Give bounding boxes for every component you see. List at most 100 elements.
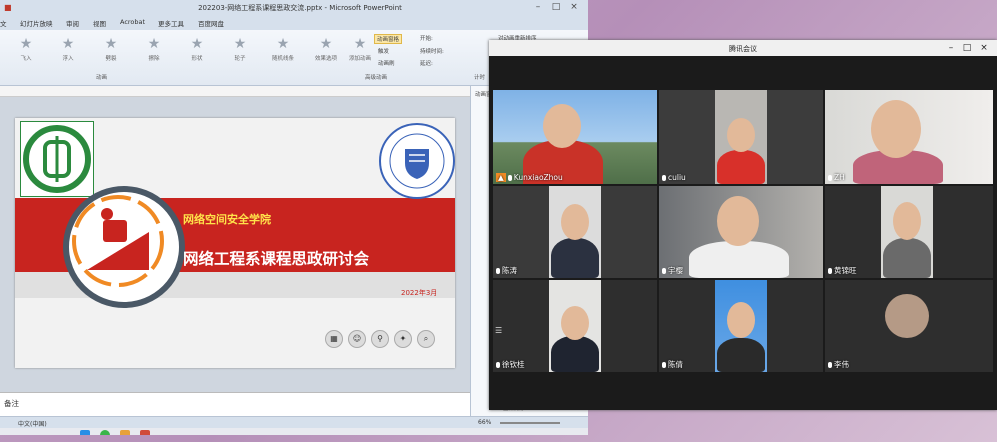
close-icon[interactable]: × (568, 2, 580, 13)
slide-canvas[interactable]: 网络空间安全学院 网络工程系课程思政研讨会 2022年3月 ▦ ☺ ⚲ ✦ ⌕ (15, 118, 455, 368)
meeting-title-bar: 腾讯会议 – □ × (489, 40, 997, 56)
video-tile[interactable]: 徐钦桂 (493, 280, 657, 372)
video-tile[interactable]: 陈倩 (659, 280, 823, 372)
building-icon: ▦ (325, 330, 343, 348)
anim-label: 形状 (191, 56, 203, 62)
anim-label: 随机线条 (271, 56, 294, 62)
anim-split[interactable]: ★ 劈裂 (93, 36, 129, 62)
star-icon: ★ (19, 36, 33, 52)
maximize-icon[interactable]: □ (961, 42, 973, 54)
mic-icon (662, 175, 666, 181)
video-tile[interactable]: 李伟 (825, 280, 993, 372)
magnifier-icon: ⌕ (417, 330, 435, 348)
video-tile[interactable]: 宇樱 (659, 186, 823, 278)
mic-icon (828, 268, 832, 274)
mic-icon (496, 268, 500, 274)
zoom-slider[interactable] (500, 422, 560, 424)
video-tile[interactable]: ▲ KunxiaoZhou (493, 90, 657, 184)
tab-slideshow[interactable]: 幻灯片放映 (20, 18, 53, 28)
app-icon[interactable] (100, 430, 110, 435)
participant-face (727, 118, 755, 152)
participant-name-text: 宇樱 (668, 266, 683, 275)
trigger-button[interactable]: 触发 (378, 47, 389, 55)
list-icon[interactable]: ☰ (495, 326, 507, 338)
participant-face (561, 204, 589, 240)
notes-pane[interactable]: 备注 (0, 392, 470, 417)
video-tile[interactable]: 陈涛 (493, 186, 657, 278)
participant-name: ▲ KunxiaoZhou (496, 173, 563, 182)
language-indicator[interactable]: 中文(中国) (18, 419, 47, 428)
zoom-level[interactable]: 66% (478, 419, 491, 426)
search-icon: ⚲ (371, 330, 389, 348)
effect-options-label: 效果选项 (314, 56, 337, 62)
effect-options-button[interactable]: ★ 效果选项 (308, 36, 344, 62)
tab-more-tools[interactable]: 更多工具 (158, 18, 184, 28)
participant-face (871, 100, 921, 158)
participant-body (551, 238, 599, 278)
ribbon-tabs: 文 幻灯片放映 审阅 视图 Acrobat 更多工具 百度网盘 (0, 16, 588, 30)
anim-wheel[interactable]: ★ 轮子 (222, 36, 258, 62)
minimize-icon[interactable]: – (945, 42, 957, 54)
mic-icon (828, 362, 832, 368)
participant-name-text: ZH (834, 173, 845, 182)
tab-acrobat[interactable]: Acrobat (120, 18, 145, 26)
anim-fly-in[interactable]: ★ 飞入 (8, 36, 44, 62)
star-icon: ★ (104, 36, 118, 52)
video-tile[interactable]: ZH (825, 90, 993, 184)
tab-review[interactable]: 审阅 (66, 18, 79, 28)
participant-name: culiu (662, 173, 686, 182)
animation-pane-button[interactable]: 动画窗格 (374, 34, 403, 44)
anim-label: 劈裂 (105, 56, 117, 62)
participant-name-text: KunxiaoZhou (513, 173, 563, 182)
slide-date: 2022年3月 (401, 289, 438, 297)
participant-body (717, 338, 765, 372)
ppt-window-title: 202203-网络工程系课程思政交流.pptx - Microsoft Powe… (198, 4, 402, 12)
university-logo-icon (23, 125, 91, 193)
anim-random-bars[interactable]: ★ 随机线条 (265, 36, 301, 62)
participant-name: 宇樱 (662, 265, 683, 276)
tab-baidu-netdisk[interactable]: 百度网盘 (198, 18, 224, 28)
minimize-icon[interactable]: – (532, 2, 544, 13)
participant-body (551, 336, 599, 372)
anim-label: 擦除 (148, 56, 160, 62)
mic-icon (828, 175, 832, 181)
ppt-app-icon[interactable]: ■ (4, 3, 12, 12)
app-icon[interactable] (80, 430, 90, 435)
participant-name-text: 陈涛 (502, 266, 517, 275)
duration-label: 持续时间: (420, 49, 444, 55)
star-icon: ★ (61, 36, 75, 52)
participant-avatar (885, 294, 929, 338)
video-tile[interactable]: culiu (659, 90, 823, 184)
tab-view[interactable]: 视图 (93, 18, 106, 28)
video-tile[interactable]: 黄锦旺 (825, 186, 993, 278)
animation-painter-button[interactable]: 动画刷 (378, 59, 395, 67)
mic-icon (496, 362, 500, 368)
app-icon[interactable] (140, 430, 150, 435)
anim-float-in[interactable]: ★ 浮入 (50, 36, 86, 62)
slide-school-name: 网络空间安全学院 (183, 213, 271, 226)
participant-name-text: culiu (668, 173, 686, 182)
meeting-title: 腾讯会议 (729, 45, 757, 53)
career-ladder-emblem (63, 186, 185, 308)
taskbar (0, 428, 588, 435)
star-icon: ★ (276, 36, 290, 52)
participant-name: 李伟 (828, 359, 849, 370)
tab-design[interactable]: 文 (0, 18, 7, 28)
participant-name-text: 李伟 (834, 360, 849, 369)
mic-icon (662, 362, 666, 368)
anim-wipe[interactable]: ★ 擦除 (136, 36, 172, 62)
app-icon[interactable] (120, 430, 130, 435)
participant-body (689, 241, 789, 278)
anim-label: 轮子 (234, 56, 246, 62)
add-animation-button[interactable]: ★ 添加动画 (342, 36, 378, 62)
host-icon: ▲ (496, 173, 506, 182)
mic-icon (662, 268, 666, 274)
close-icon[interactable]: × (978, 42, 990, 54)
anim-shape[interactable]: ★ 形状 (179, 36, 215, 62)
maximize-icon[interactable]: □ (550, 2, 562, 13)
participant-name-text: 黄锦旺 (834, 266, 857, 275)
participant-name: 陈涛 (496, 265, 517, 276)
participant-face (543, 104, 581, 148)
participant-face (717, 196, 759, 246)
ppt-title-bar: ■ 202203-网络工程系课程思政交流.pptx - Microsoft Po… (0, 0, 588, 17)
